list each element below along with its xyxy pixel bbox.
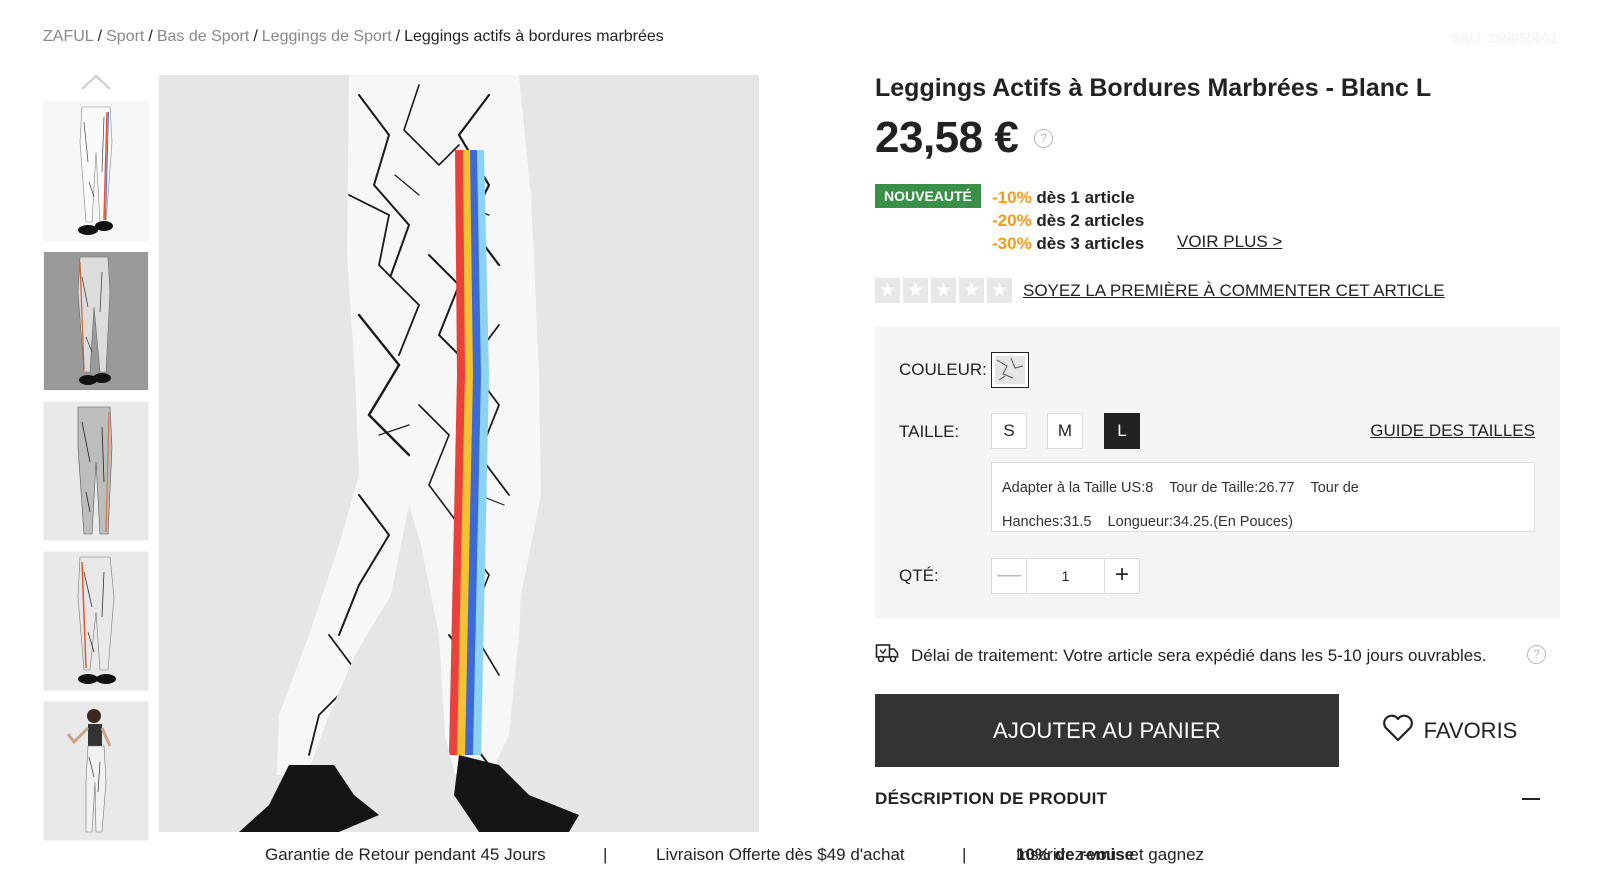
truck-icon <box>875 642 899 669</box>
size-info-box: Adapter à la Taille US:8 Tour de Taille:… <box>991 462 1535 532</box>
thumbnail-3[interactable] <box>43 401 149 541</box>
discount-percent: -30% <box>992 234 1032 253</box>
collapse-icon[interactable] <box>1522 798 1540 800</box>
breadcrumb-separator: / <box>148 28 153 45</box>
breadcrumb-item-zaful[interactable]: ZAFUL <box>43 28 94 45</box>
star-icon[interactable]: ★ <box>903 278 928 303</box>
benefit-divider: | <box>603 845 608 864</box>
size-option-m[interactable]: M <box>1047 413 1083 449</box>
add-to-cart-button[interactable]: AJOUTER AU PANIER <box>875 694 1339 767</box>
product-title: Leggings Actifs à Bordures Marbrées - Bl… <box>875 74 1432 102</box>
thumbnail-list <box>43 101 149 851</box>
breadcrumb-current: Leggings actifs à bordures marbrées <box>404 28 664 45</box>
color-swatch-white[interactable] <box>991 352 1029 388</box>
size-label: TAILLE: <box>899 422 960 441</box>
discount-text: dès 1 article <box>1031 188 1135 207</box>
size-option-l[interactable]: L <box>1104 413 1140 449</box>
breadcrumb-separator: / <box>253 28 258 45</box>
size-info-line: Hanches:31.5 Longueur:34.25.(En Pouces) <box>1002 514 1293 530</box>
star-icon[interactable]: ★ <box>987 278 1012 303</box>
benefit-divider: | <box>962 845 967 864</box>
star-icon[interactable]: ★ <box>875 278 900 303</box>
breadcrumb-item-leggings-de-sport[interactable]: Leggings de Sport <box>262 28 392 45</box>
quantity-stepper: — 1 + <box>991 558 1140 594</box>
main-product-image[interactable] <box>159 75 759 832</box>
discount-tier: -10% dès 1 article <box>992 186 1144 209</box>
discount-percent: -10% <box>992 188 1032 207</box>
write-review-link[interactable]: SOYEZ LA PREMIÈRE À COMMENTER CET ARTICL… <box>1023 281 1445 301</box>
heart-icon <box>1382 714 1414 748</box>
quantity-decrease-button[interactable]: — <box>991 558 1027 594</box>
size-info-line: Adapter à la Taille US:8 Tour de Taille:… <box>1002 480 1359 496</box>
product-options-panel: COULEUR: TAILLE: S M L GUIDE DES TAILLES… <box>875 327 1560 618</box>
discount-text: dès 3 articles <box>1031 234 1145 253</box>
breadcrumb-separator: / <box>97 28 103 45</box>
quantity-input[interactable]: 1 <box>1027 558 1104 594</box>
quantity-label: QTÉ: <box>899 566 939 585</box>
discount-percent: -20% <box>992 211 1032 230</box>
thumbnail-4[interactable] <box>43 551 149 691</box>
benefit-free-shipping: Livraison Offerte dès $49 d'achat <box>656 845 905 864</box>
shipping-text: Délai de traitement: Votre article sera … <box>911 645 1487 665</box>
breadcrumb-item-bas-de-sport[interactable]: Bas de Sport <box>157 28 250 45</box>
description-heading[interactable]: DÉSCRIPTION DE PRODUIT <box>875 789 1107 809</box>
quantity-increase-button[interactable]: + <box>1104 558 1140 594</box>
breadcrumb: ZAFUL / Sport / Bas de Sport / Leggings de Spo… <box>43 28 664 46</box>
benefit-signup[interactable]: Inscrivez-vous et gagnez 10% de remise <box>1016 845 1204 865</box>
discount-tier: -30% dès 3 articles <box>992 232 1144 255</box>
favorites-label: FAVORIS <box>1423 717 1518 743</box>
benefit-returns: Garantie de Retour pendant 45 Jours <box>265 845 546 864</box>
new-badge: NOUVEAUTÉ <box>875 184 981 208</box>
thumbnail-1[interactable] <box>43 101 149 241</box>
thumbnail-5[interactable] <box>43 701 149 841</box>
voir-plus-link[interactable]: VOIR PLUS > <box>1177 232 1282 252</box>
breadcrumb-item-sport[interactable]: Sport <box>106 28 144 45</box>
discount-tier: -20% dès 2 articles <box>992 209 1144 232</box>
size-option-s[interactable]: S <box>991 413 1027 449</box>
color-label: COULEUR: <box>899 360 987 379</box>
thumbnail-2[interactable] <box>43 251 149 391</box>
thumbnail-scroll-up-icon[interactable] <box>80 72 112 92</box>
discount-text: dès 2 articles <box>1031 211 1145 230</box>
breadcrumb-separator: / <box>395 28 401 45</box>
product-price: 23,58 € <box>875 113 1019 162</box>
discount-tiers: -10% dès 1 article -20% dès 2 articles -… <box>992 186 1144 255</box>
star-icon[interactable]: ★ <box>959 278 984 303</box>
shipping-help-icon[interactable]: ? <box>1527 645 1546 664</box>
favorites-button[interactable]: FAVORIS <box>1339 694 1560 767</box>
rating-stars[interactable]: ★ ★ ★ ★ ★ <box>875 278 1012 303</box>
benefits-bar: Garantie de Retour pendant 45 Jours | Li… <box>0 845 1600 870</box>
sku-label: SKU: 269950601 <box>1451 30 1558 46</box>
price-help-icon[interactable]: ? <box>1034 129 1053 148</box>
size-guide-link[interactable]: GUIDE DES TAILLES <box>1370 421 1535 441</box>
star-icon[interactable]: ★ <box>931 278 956 303</box>
shipping-info: Délai de traitement: Votre article sera … <box>875 642 1486 669</box>
signup-text: Inscrivez-vous et gagnez <box>1016 845 1205 864</box>
